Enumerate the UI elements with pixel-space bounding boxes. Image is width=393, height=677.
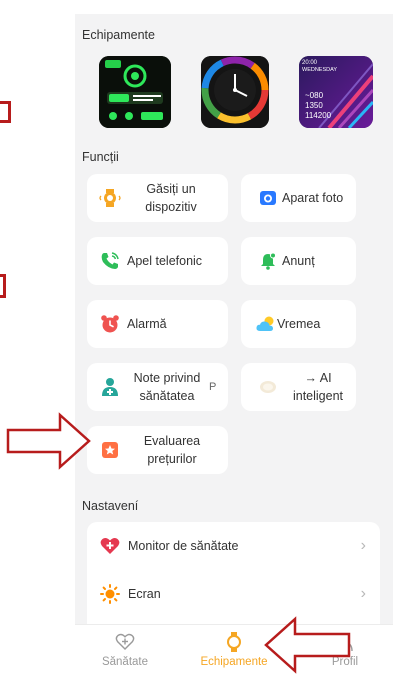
ai-icon <box>257 376 279 398</box>
function-rate[interactable]: Evaluarea prețurilor <box>87 426 228 474</box>
watch-face-1[interactable] <box>99 56 171 128</box>
watch-faces-carousel[interactable]: 20:00 WEDNESDAY ~080 1350 114200 <box>75 56 393 128</box>
function-label: → AI inteligent <box>292 371 344 403</box>
function-phone-call[interactable]: Apel telefonic <box>87 237 228 285</box>
annotation-arrow-left-icon <box>264 616 351 674</box>
chevron-right-icon: › <box>360 537 366 554</box>
function-label: Aparat foto <box>282 191 344 205</box>
function-label: Note privind sănătatea <box>133 371 201 403</box>
heart-plus-icon <box>99 535 121 557</box>
health-notes-icon <box>99 376 121 398</box>
function-label: Anunț <box>282 254 315 268</box>
function-camera[interactable]: Aparat foto <box>241 174 356 222</box>
tab-label: Sănătate <box>101 656 149 668</box>
function-label: Vremea <box>277 317 321 331</box>
alarm-clock-icon <box>99 313 121 335</box>
function-label-trail: P <box>209 381 217 393</box>
section-title-settings: Nastavení <box>82 499 139 513</box>
face3-line-2: 1350 <box>305 101 323 110</box>
face3-time: 20:00 <box>302 60 318 66</box>
function-health-notes[interactable]: Note privind sănătatea P <box>87 363 228 411</box>
function-notice[interactable]: Anunț <box>241 237 356 285</box>
function-label: Găsiți un dispozitiv <box>145 182 197 214</box>
heart-plus-outline-icon <box>75 631 175 653</box>
function-label: Apel telefonic <box>127 254 203 268</box>
annotation-arrow-right-icon <box>6 412 91 470</box>
chevron-right-icon: › <box>360 585 366 602</box>
annotation-marker-1 <box>0 101 11 123</box>
function-label: Evaluarea prețurilor <box>143 434 201 466</box>
function-ai[interactable]: → AI inteligent <box>241 363 356 411</box>
annotation-marker-2 <box>0 274 6 298</box>
settings-item-label: Monitor de sănătate <box>128 539 239 553</box>
watch-search-icon <box>99 187 121 209</box>
settings-list: Monitor de sănătate › Ecran › <box>87 522 380 624</box>
tab-health[interactable]: Sănătate <box>75 631 175 668</box>
section-title-functions: Funcții <box>82 150 119 164</box>
phone-icon <box>99 250 121 272</box>
tab-label: Echipamente <box>200 656 268 668</box>
function-weather[interactable]: Vremea <box>241 300 356 348</box>
brightness-icon <box>99 583 121 605</box>
weather-icon <box>255 313 277 335</box>
settings-item-health-monitor[interactable]: Monitor de sănătate › <box>87 522 380 570</box>
camera-icon <box>257 187 279 209</box>
section-title-equipment: Echipamente <box>82 28 155 42</box>
function-find-device[interactable]: Găsiți un dispozitiv <box>87 174 228 222</box>
watch-face-3[interactable]: 20:00 WEDNESDAY ~080 1350 114200 <box>299 56 373 128</box>
watch-face-2[interactable] <box>201 56 269 128</box>
face3-line-3: 114200 <box>305 111 332 120</box>
face3-day: WEDNESDAY <box>302 67 337 73</box>
settings-item-screen[interactable]: Ecran › <box>87 570 380 618</box>
face3-line-1: ~080 <box>305 91 324 100</box>
function-alarm[interactable]: Alarmă <box>87 300 228 348</box>
device-screen: Echipamente 20:00 WEDNESDAY ~080 1350 11… <box>75 14 393 677</box>
rating-icon <box>99 439 121 461</box>
function-label: Alarmă <box>127 317 167 331</box>
bell-icon <box>257 250 279 272</box>
settings-item-label: Ecran <box>128 587 161 601</box>
